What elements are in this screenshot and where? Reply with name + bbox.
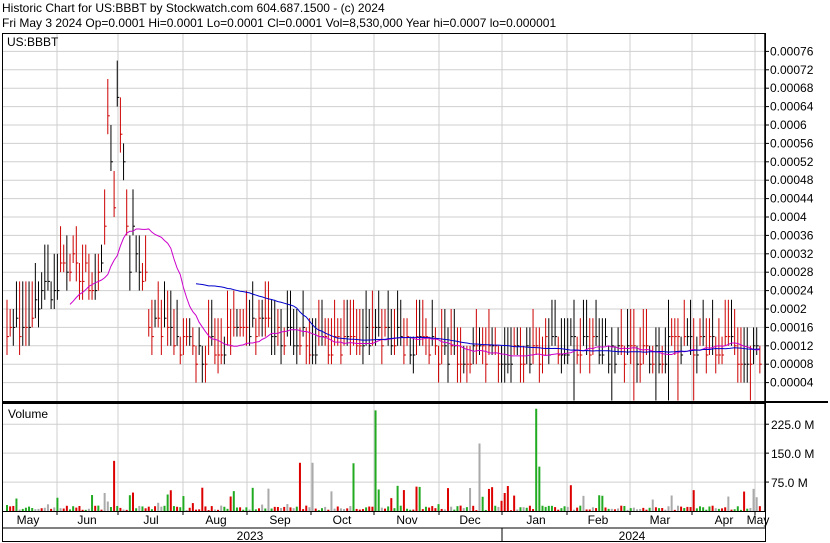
price-panel-title: US:BBBT: [7, 35, 59, 49]
price-tick-label: 0.0002: [770, 302, 807, 316]
month-label: Mar: [650, 513, 671, 527]
price-tick-label: 0.00028: [770, 265, 814, 279]
month-label: Oct: [333, 513, 352, 527]
price-tick-label: 0.00036: [770, 228, 814, 242]
price-tick-label: 0.00076: [770, 44, 814, 58]
price-tick-label: 0.00032: [770, 247, 814, 261]
price-tick-label: 0.00072: [770, 63, 814, 77]
volume-panel-title: Volume: [8, 407, 48, 421]
month-label: Jun: [77, 513, 96, 527]
price-tick-label: 0.0004: [770, 210, 807, 224]
month-label: Apr: [715, 513, 734, 527]
volume-tick-label: 150.0 M: [771, 447, 814, 461]
price-tick-label: 0.00016: [770, 320, 814, 334]
chart-frames: [2, 33, 828, 542]
chart-grid: [3, 33, 769, 511]
month-label: Feb: [588, 513, 609, 527]
price-tick-label: 0.00064: [770, 100, 814, 114]
volume-tick-label: 225.0 M: [771, 418, 814, 432]
chart-labels: 0.00076 0.00072 0.00068 0.00064 0.0006 0.0005…: [7, 35, 814, 543]
month-label: Jan: [526, 513, 545, 527]
month-label: Jul: [143, 513, 158, 527]
price-tick-label: 0.00068: [770, 81, 814, 95]
volume-tick-label: 75.0 M: [771, 476, 808, 490]
price-tick-label: 0.00056: [770, 136, 814, 150]
price-tick-label: 0.00012: [770, 339, 814, 353]
month-label: Dec: [459, 513, 480, 527]
price-tick-label: 0.00048: [770, 173, 814, 187]
month-label: Aug: [205, 513, 226, 527]
price-tick-label: 0.00052: [770, 155, 814, 169]
stock-chart: 0.00076 0.00072 0.00068 0.00064 0.0006 0.0005…: [2, 33, 828, 543]
price-tick-label: 0.00008: [770, 357, 814, 371]
price-tick-label: 0.00004: [770, 376, 814, 390]
price-tick-label: 0.00044: [770, 192, 814, 206]
price-tick-label: 0.00024: [770, 284, 814, 298]
month-label: Nov: [396, 513, 417, 527]
price-tick-label: 0.0006: [770, 118, 807, 132]
month-label: May: [747, 513, 770, 527]
month-label: Sep: [269, 513, 291, 527]
year-label: 2023: [237, 529, 264, 543]
year-label: 2024: [619, 529, 646, 543]
month-label: May: [17, 513, 40, 527]
volume-panel-frame: [2, 403, 766, 512]
